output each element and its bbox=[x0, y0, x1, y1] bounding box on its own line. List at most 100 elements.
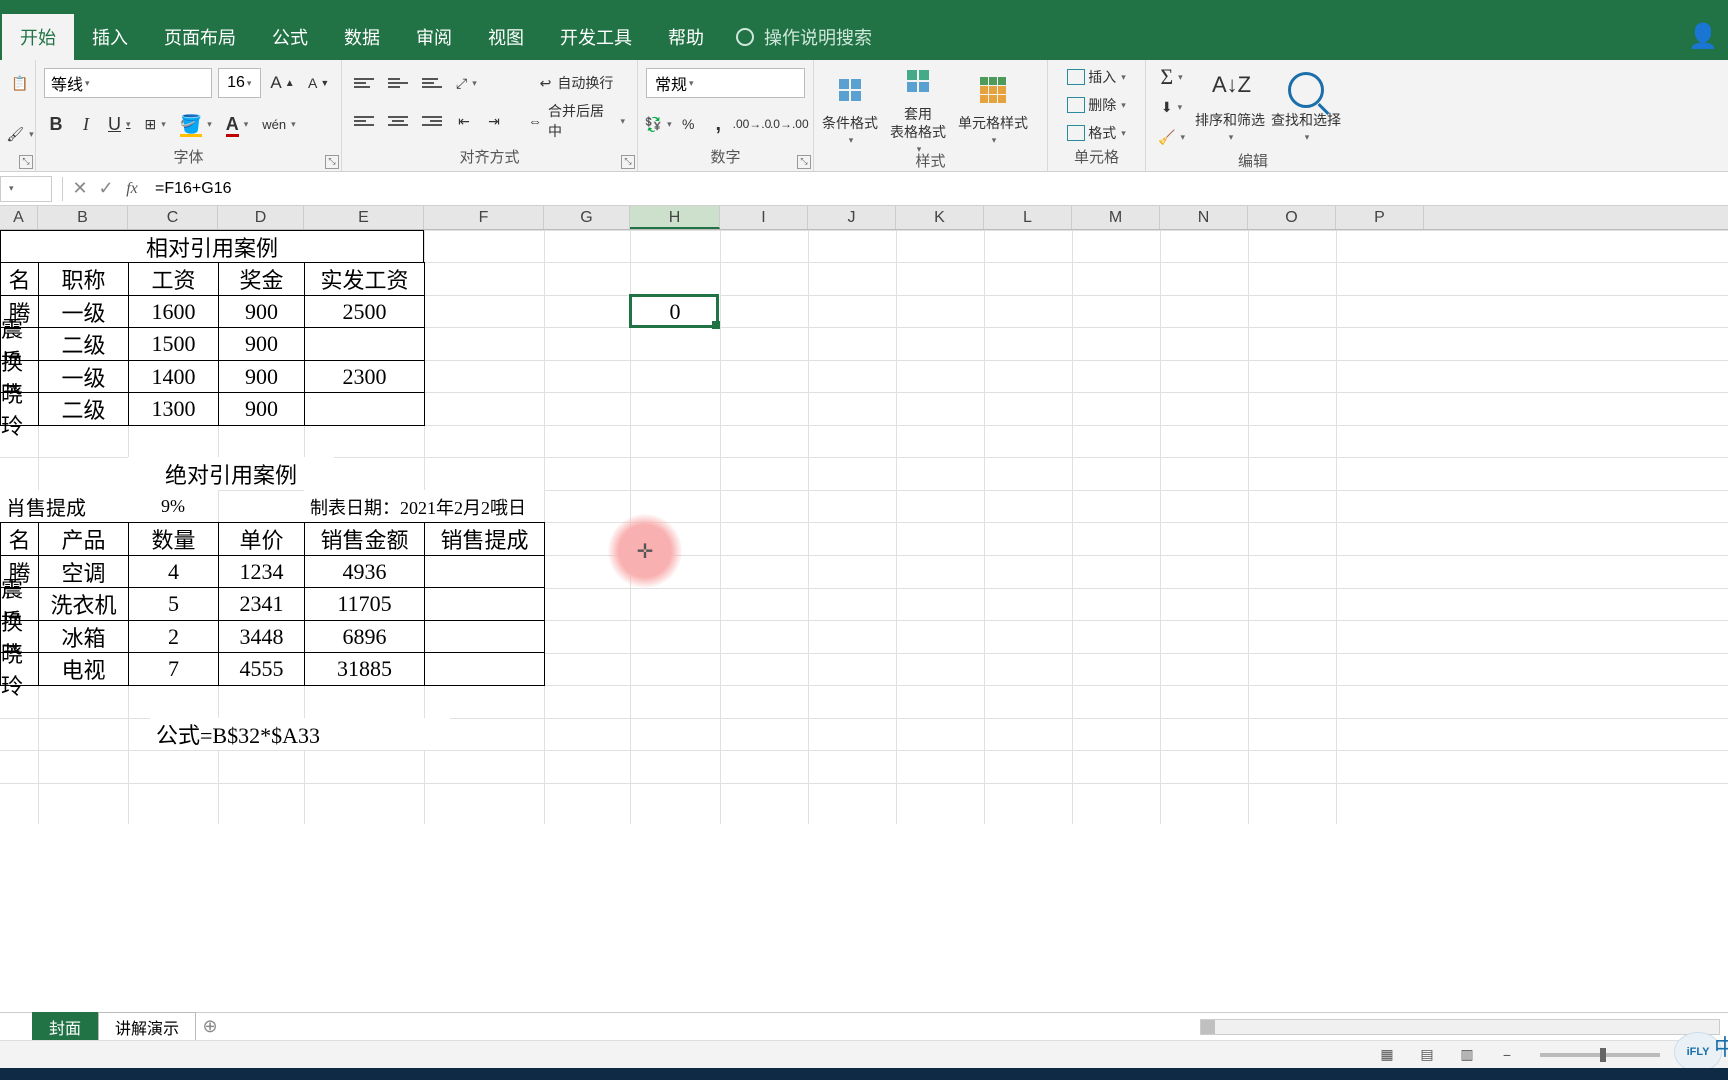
number-format-select[interactable]: 常规 bbox=[646, 68, 805, 98]
enter-formula-button[interactable]: ✓ bbox=[93, 178, 119, 199]
col-header-C[interactable]: C bbox=[128, 206, 218, 229]
format-cells-button[interactable]: 格式 bbox=[1056, 120, 1137, 146]
view-normal-button[interactable]: ▦ bbox=[1372, 1044, 1402, 1066]
t2-r3c4[interactable]: 31885 bbox=[304, 652, 425, 686]
t1-r0c1[interactable]: 一级 bbox=[38, 295, 129, 328]
t2-r3c3[interactable]: 4555 bbox=[218, 652, 305, 686]
table2-pct[interactable]: 9% bbox=[128, 490, 218, 523]
t1-h3[interactable]: 奖金 bbox=[218, 262, 305, 296]
t2-h4[interactable]: 销售金额 bbox=[304, 522, 425, 556]
t2-r3c5[interactable] bbox=[424, 652, 545, 686]
fill-button[interactable]: ⬇ bbox=[1154, 94, 1189, 120]
horizontal-scrollbar[interactable] bbox=[1200, 1013, 1720, 1040]
t1-r0c4[interactable]: 2500 bbox=[304, 295, 425, 328]
indent-increase-button[interactable]: ⇥ bbox=[482, 108, 506, 134]
t2-r0c5[interactable] bbox=[424, 555, 545, 588]
t2-r2c3[interactable]: 3448 bbox=[218, 620, 305, 653]
t1-h4[interactable]: 实发工资 bbox=[304, 262, 425, 296]
t2-r2c1[interactable]: 冰箱 bbox=[38, 620, 129, 653]
t1-r0c2[interactable]: 1600 bbox=[128, 295, 219, 328]
table2-title[interactable]: 绝对引用案例 bbox=[128, 457, 334, 490]
italic-button[interactable]: I bbox=[74, 111, 98, 137]
t2-r1c1[interactable]: 洗衣机 bbox=[38, 587, 129, 621]
col-header-B[interactable]: B bbox=[38, 206, 128, 229]
formula-note[interactable]: 公式=B$32*$A33 bbox=[150, 718, 450, 750]
t2-r2c2[interactable]: 2 bbox=[128, 620, 219, 653]
comma-format-button[interactable]: , bbox=[706, 111, 730, 137]
account-icon[interactable]: 👤 bbox=[1688, 22, 1718, 51]
new-sheet-button[interactable]: ⊕ bbox=[196, 1013, 224, 1041]
col-header-M[interactable]: M bbox=[1072, 206, 1160, 229]
clipboard-dialog-launcher[interactable]: ⤡ bbox=[19, 155, 33, 169]
bold-button[interactable]: B bbox=[44, 111, 68, 137]
col-header-H[interactable]: H bbox=[630, 206, 720, 229]
t1-r3c2[interactable]: 1300 bbox=[128, 392, 219, 426]
font-size-select[interactable]: 16 bbox=[218, 68, 261, 98]
font-name-select[interactable]: 等线 bbox=[44, 68, 212, 98]
t1-r3c3[interactable]: 900 bbox=[218, 392, 305, 426]
t1-r2c2[interactable]: 1400 bbox=[128, 360, 219, 393]
spreadsheet-grid[interactable]: A B C D E F G H I J K L M N O P 相对引用案例 名… bbox=[0, 206, 1728, 824]
delete-cells-button[interactable]: 删除 bbox=[1056, 92, 1137, 118]
t1-h2[interactable]: 工资 bbox=[128, 262, 219, 296]
insert-cells-button[interactable]: 插入 bbox=[1056, 64, 1137, 90]
col-header-D[interactable]: D bbox=[218, 206, 304, 229]
number-dialog-launcher[interactable]: ⤡ bbox=[797, 155, 811, 169]
wrap-text-button[interactable]: ↩自动换行 bbox=[524, 70, 629, 96]
orientation-button[interactable]: ⤢ bbox=[452, 70, 481, 96]
table2-left-label[interactable]: 肖售提成 bbox=[0, 490, 128, 523]
percent-format-button[interactable]: % bbox=[676, 111, 700, 137]
tab-review[interactable]: 审阅 bbox=[398, 14, 470, 60]
tab-help[interactable]: 帮助 bbox=[650, 14, 722, 60]
accounting-format-button[interactable]: 💱 bbox=[646, 111, 670, 137]
shrink-font-button[interactable]: A▼ bbox=[304, 70, 333, 96]
underline-button[interactable]: U bbox=[104, 111, 135, 137]
col-header-F[interactable]: F bbox=[424, 206, 544, 229]
indent-decrease-button[interactable]: ⇤ bbox=[452, 108, 476, 134]
t2-r1c2[interactable]: 5 bbox=[128, 587, 219, 621]
tab-formulas[interactable]: 公式 bbox=[254, 14, 326, 60]
t1-r3c0[interactable]: 晓玲 bbox=[0, 392, 39, 426]
col-header-E[interactable]: E bbox=[304, 206, 424, 229]
alignment-dialog-launcher[interactable]: ⤡ bbox=[621, 155, 635, 169]
fill-color-button[interactable]: 🪣 bbox=[176, 111, 216, 137]
col-header-A[interactable]: A bbox=[0, 206, 38, 229]
t1-h0[interactable]: 名 bbox=[0, 262, 39, 296]
t1-r2c4[interactable]: 2300 bbox=[304, 360, 425, 393]
tab-data[interactable]: 数据 bbox=[326, 14, 398, 60]
t2-r1c4[interactable]: 11705 bbox=[304, 587, 425, 621]
tell-me-search[interactable]: 操作说明搜索 bbox=[722, 14, 886, 60]
valign-bottom-button[interactable] bbox=[418, 70, 446, 96]
t2-r0c1[interactable]: 空调 bbox=[38, 555, 129, 588]
t2-h0[interactable]: 名 bbox=[0, 522, 39, 556]
halign-left-button[interactable] bbox=[350, 108, 378, 134]
t2-r2c5[interactable] bbox=[424, 620, 545, 653]
t2-r3c1[interactable]: 电视 bbox=[38, 652, 129, 686]
decrease-decimal-button[interactable]: .0→.00 bbox=[774, 111, 805, 137]
col-header-L[interactable]: L bbox=[984, 206, 1072, 229]
tab-home[interactable]: 开始 bbox=[2, 14, 74, 60]
t1-r1c4[interactable] bbox=[304, 327, 425, 361]
t2-r3c2[interactable]: 7 bbox=[128, 652, 219, 686]
col-header-G[interactable]: G bbox=[544, 206, 630, 229]
format-as-table-button[interactable]: 套用 表格格式 bbox=[890, 60, 946, 155]
col-header-O[interactable]: O bbox=[1248, 206, 1336, 229]
table1-title[interactable]: 相对引用案例 bbox=[0, 230, 424, 263]
t2-r0c3[interactable]: 1234 bbox=[218, 555, 305, 588]
clear-button[interactable]: 🧹 bbox=[1154, 124, 1189, 150]
increase-decimal-button[interactable]: .00→.0 bbox=[736, 111, 767, 137]
font-color-button[interactable]: A bbox=[222, 111, 253, 137]
tab-page-layout[interactable]: 页面布局 bbox=[146, 14, 254, 60]
cell-styles-button[interactable]: 单元格样式 bbox=[958, 69, 1028, 146]
paste-button[interactable]: 📋 bbox=[8, 70, 32, 96]
zoom-out-button[interactable]: − bbox=[1492, 1044, 1522, 1066]
t1-r2c1[interactable]: 一级 bbox=[38, 360, 129, 393]
zoom-slider[interactable] bbox=[1540, 1053, 1660, 1057]
phonetic-guide-button[interactable]: wén bbox=[258, 111, 299, 137]
view-page-break-button[interactable]: ▥ bbox=[1452, 1044, 1482, 1066]
t1-r3c4[interactable] bbox=[304, 392, 425, 426]
t2-r0c4[interactable]: 4936 bbox=[304, 555, 425, 588]
t2-r3c0[interactable]: 晓玲 bbox=[0, 652, 39, 686]
borders-button[interactable]: ⊞ bbox=[141, 111, 170, 137]
t2-h5[interactable]: 销售提成 bbox=[424, 522, 545, 556]
